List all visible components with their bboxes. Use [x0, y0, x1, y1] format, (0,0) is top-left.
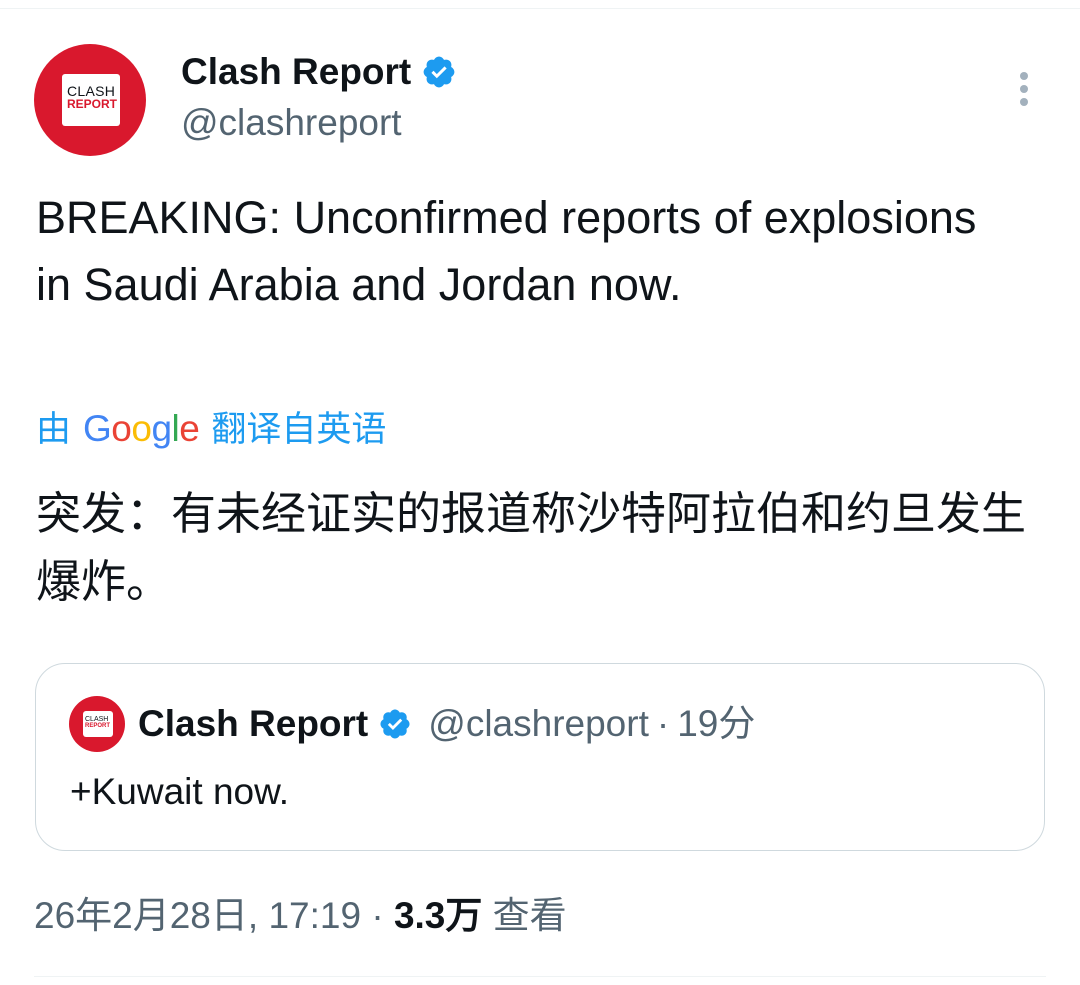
- bottom-divider: [34, 976, 1046, 977]
- quoted-text: +Kuwait now.: [70, 771, 290, 812]
- author-display-name[interactable]: Clash Report: [181, 50, 411, 94]
- translated-by-google[interactable]: 由 Google 翻译自英语: [36, 405, 386, 454]
- logo-text-bottom: REPORT: [85, 723, 111, 729]
- logo-text-bottom: REPORT: [67, 97, 118, 111]
- verified-badge-icon: [423, 56, 455, 88]
- separator-dot: ·: [656, 703, 670, 744]
- quoted-avatar[interactable]: CLASH REPORT: [69, 696, 125, 752]
- top-divider: [0, 8, 1080, 9]
- views-count[interactable]: 3.3万: [394, 895, 482, 936]
- avatar[interactable]: CLASH REPORT: [34, 44, 146, 156]
- clash-report-logo: CLASH REPORT: [83, 711, 113, 737]
- tweet-text: BREAKING: Unconfirmed reports of explosi…: [36, 192, 977, 310]
- google-logo: Google: [83, 408, 200, 449]
- more-vertical-icon[interactable]: [1008, 68, 1040, 110]
- clash-report-logo: CLASH REPORT: [62, 74, 120, 126]
- translated-by-label: 由: [36, 410, 72, 449]
- logo-text-top: CLASH: [85, 716, 109, 723]
- tweet-datetime[interactable]: 26年2月28日, 17:19: [34, 895, 361, 936]
- translated-from-label: 翻译自英语: [211, 410, 387, 449]
- author-name-row[interactable]: Clash Report: [181, 50, 457, 94]
- quoted-header: Clash Report @clashreport · 19分: [138, 700, 755, 748]
- quoted-timestamp[interactable]: 19分: [677, 700, 755, 748]
- author-handle[interactable]: @clashreport: [181, 101, 402, 145]
- translated-text: 突发：有未经证实的报道称沙特阿拉伯和约旦发生爆炸。: [36, 488, 1027, 607]
- views-label: 查看: [492, 895, 567, 936]
- quoted-tweet[interactable]: CLASH REPORT Clash Report @clashreport ·…: [35, 663, 1045, 851]
- tweet-meta: 26年2月28日, 17:19 · 3.3万 查看: [34, 890, 567, 942]
- verified-badge-icon: [380, 709, 410, 739]
- quoted-display-name[interactable]: Clash Report: [138, 700, 368, 748]
- separator-dot: ·: [371, 895, 384, 936]
- logo-text-top: CLASH: [67, 83, 116, 99]
- quoted-handle[interactable]: @clashreport: [428, 700, 649, 748]
